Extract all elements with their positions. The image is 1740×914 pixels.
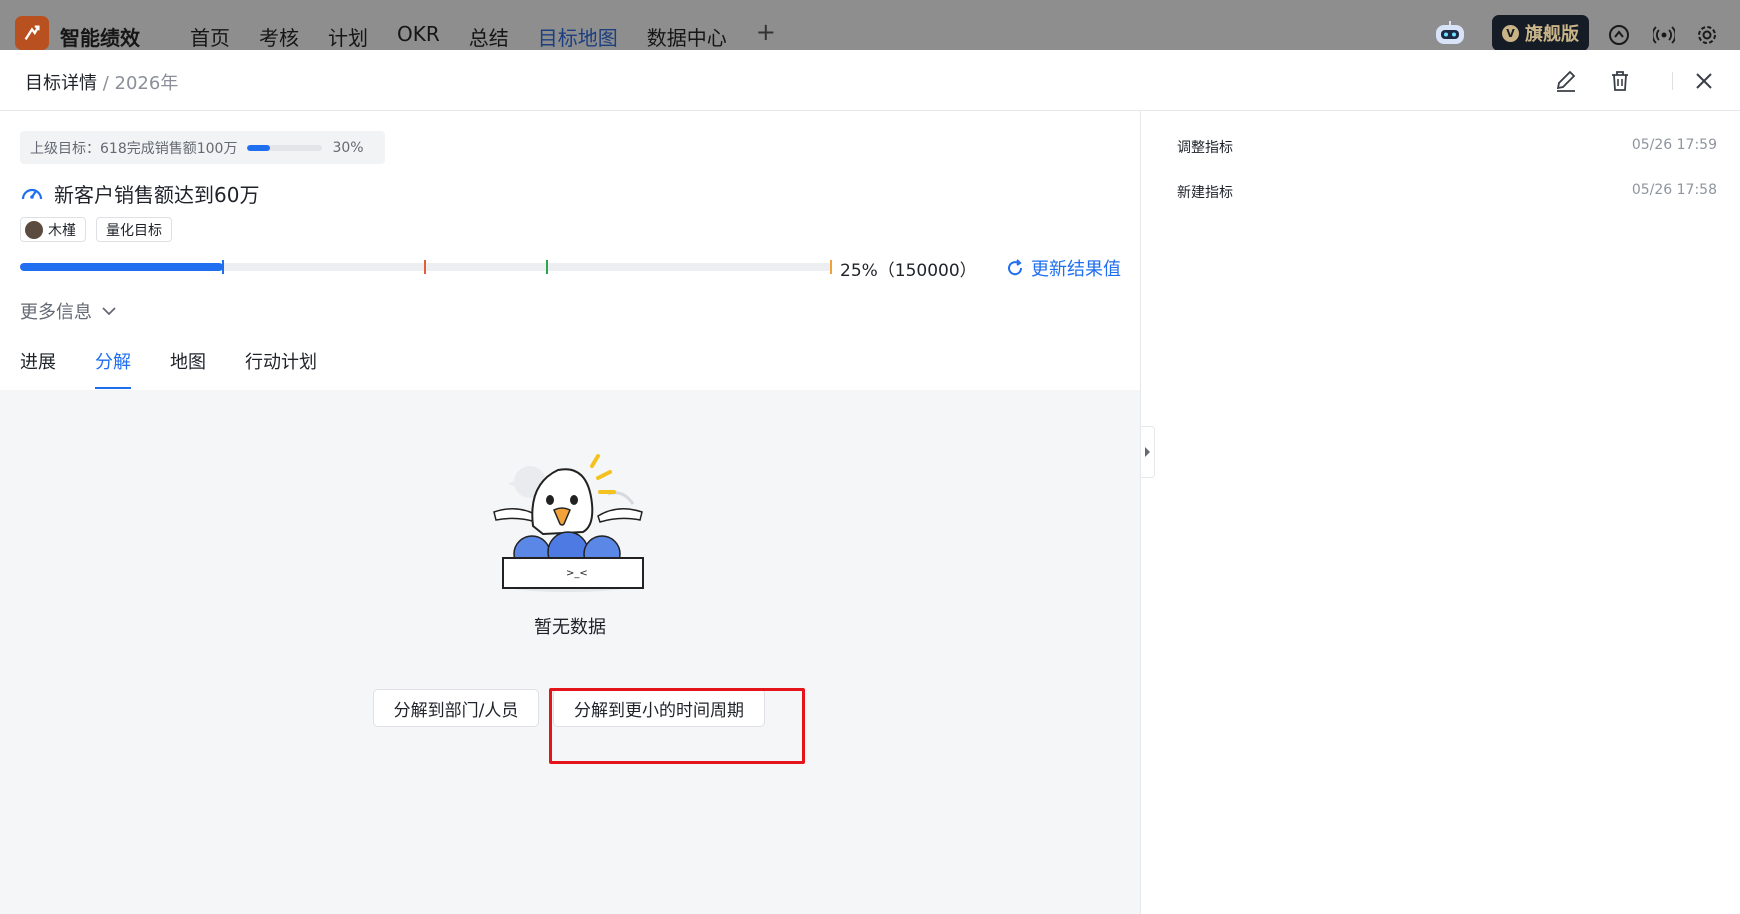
broadcast-icon[interactable] [1653, 24, 1675, 46]
progress-marker-red [424, 260, 426, 274]
edition-label: 旗舰版 [1525, 24, 1579, 45]
nav-item-data-center[interactable]: 数据中心 [647, 22, 727, 51]
breakdown-content: >_< 暂无数据 分解到部门/人员 分解到更小的时间周期 [0, 390, 1140, 914]
goal-tags: 木槿 量化目标 [20, 217, 172, 242]
highlight-box [549, 688, 805, 764]
robot-assistant-icon[interactable] [1432, 20, 1468, 46]
nav-item-assessment[interactable]: 考核 [259, 22, 299, 51]
chevron-down-icon [102, 307, 116, 316]
nav-item-goal-map[interactable]: 目标地图 [538, 22, 618, 51]
page-title: 目标详情 [25, 73, 97, 94]
parent-goal-progress-bar [247, 144, 323, 151]
progress-marker-green [545, 260, 548, 274]
tab-breakdown[interactable]: 分解 [95, 348, 131, 389]
goal-type-label: 量化目标 [106, 222, 162, 239]
panel-header: 目标详情 / 2026年 [0, 50, 1740, 111]
gauge-icon [21, 188, 43, 199]
goal-title: 新客户销售额达到60万 [20, 179, 259, 208]
breadcrumb: 目标详情 / 2026年 [25, 69, 178, 95]
coin-icon[interactable] [1608, 24, 1630, 46]
goal-title-text: 新客户销售额达到60万 [54, 183, 260, 207]
refresh-icon [1008, 259, 1023, 276]
log-label: 调整指标 [1177, 140, 1233, 156]
nav-item-plan[interactable]: 计划 [328, 22, 368, 51]
nav-item-okr[interactable]: OKR [397, 22, 440, 51]
owner-name: 木槿 [48, 222, 76, 239]
breadcrumb-year: 2026年 [114, 73, 179, 94]
more-info-label: 更多信息 [20, 302, 92, 323]
breadcrumb-separator: / [97, 73, 115, 94]
activity-log: 调整指标 05/26 17:59 新建指标 05/26 17:58 [1142, 111, 1740, 914]
parent-goal-progress-fill [247, 144, 270, 151]
edition-badge-button[interactable]: V 旗舰版 [1492, 15, 1589, 51]
goal-progress-bar [20, 260, 832, 274]
empty-eagle-illustration: >_< [493, 454, 644, 592]
app-logo [15, 16, 49, 50]
edit-icon[interactable] [1553, 68, 1579, 94]
delete-trash-icon[interactable] [1607, 68, 1633, 94]
parent-goal-chip[interactable]: 上级目标：618完成销售额100万 30% [20, 131, 385, 164]
tab-map[interactable]: 地图 [170, 348, 206, 389]
goal-main-section: 上级目标：618完成销售额100万 30% 新客户销售额达到60万 木槿 量化目… [0, 111, 1141, 914]
svg-text:>_<: >_< [566, 568, 588, 579]
app-name: 智能绩效 [60, 26, 140, 50]
header-divider [1672, 72, 1673, 90]
nav-add-icon[interactable]: + [756, 18, 776, 51]
goal-progress-text: 25%（150000） [840, 261, 977, 281]
empty-state-text: 暂无数据 [534, 617, 606, 638]
log-time: 05/26 17:58 [1631, 182, 1717, 198]
app-top-bar: 智能绩效 首页 考核 计划 OKR 总结 目标地图 数据中心 + V 旗舰版 [0, 0, 1740, 51]
vip-icon: V [1502, 24, 1519, 42]
log-label: 新建指标 [1177, 185, 1233, 201]
list-item: 新建指标 05/26 17:58 [1177, 182, 1717, 202]
progress-marker-orange [830, 260, 832, 274]
logo-arrow-icon [24, 25, 40, 41]
top-nav: 首页 考核 计划 OKR 总结 目标地图 数据中心 + [190, 18, 805, 51]
parent-goal-percent: 30% [332, 139, 364, 156]
nav-item-home[interactable]: 首页 [190, 22, 230, 51]
tab-action-plan[interactable]: 行动计划 [245, 348, 317, 389]
goal-detail-panel: 目标详情 / 2026年 上级目标：618完成销售额100万 30% 新客户销售… [0, 50, 1740, 914]
goal-progress-fill [20, 263, 223, 271]
breakdown-to-dept-button[interactable]: 分解到部门/人员 [373, 689, 539, 727]
list-item: 调整指标 05/26 17:59 [1177, 137, 1717, 157]
tab-progress[interactable]: 进展 [20, 348, 56, 389]
settings-gear-icon[interactable] [1696, 24, 1718, 46]
parent-goal-label: 上级目标：618完成销售额100万 [30, 140, 238, 157]
avatar [25, 220, 43, 239]
progress-marker-current [222, 260, 224, 274]
update-result-label: 更新结果值 [1031, 259, 1121, 280]
owner-tag[interactable]: 木槿 [20, 217, 86, 242]
update-result-button[interactable]: 更新结果值 [1005, 255, 1121, 281]
more-info-toggle[interactable]: 更多信息 [20, 298, 118, 324]
close-icon[interactable] [1691, 68, 1717, 94]
nav-item-summary[interactable]: 总结 [469, 22, 509, 51]
log-time: 05/26 17:59 [1631, 137, 1717, 153]
detail-tabs: 进展 分解 地图 行动计划 [20, 348, 356, 389]
goal-type-tag: 量化目标 [96, 217, 172, 242]
